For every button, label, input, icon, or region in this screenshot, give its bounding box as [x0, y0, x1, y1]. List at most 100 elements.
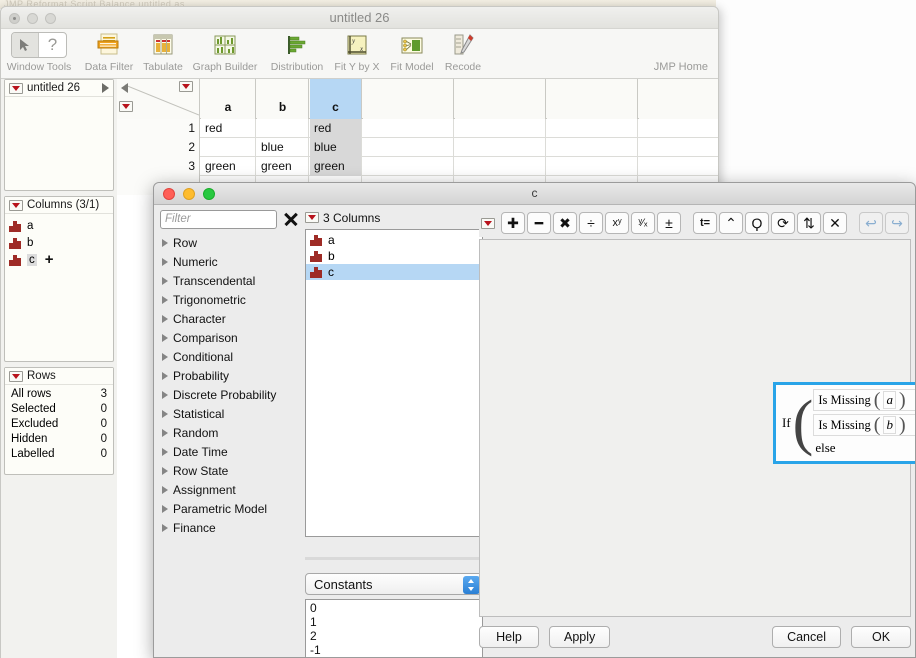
- condition-expression[interactable]: Is Missing ( b ): [813, 414, 916, 436]
- cell-empty[interactable]: [547, 119, 638, 138]
- cell-b[interactable]: green: [257, 157, 309, 176]
- function-group-comparison[interactable]: Comparison: [160, 328, 300, 347]
- divide-icon[interactable]: ÷: [579, 212, 603, 234]
- dialog-column-item-b[interactable]: b: [306, 248, 482, 264]
- table-row[interactable]: 1 red red: [117, 119, 718, 138]
- unary-icon[interactable]: ⇅: [797, 212, 821, 234]
- row-number[interactable]: 3: [117, 157, 200, 176]
- grid-column-header-empty[interactable]: [455, 79, 546, 119]
- cell-a[interactable]: red: [201, 119, 256, 138]
- dialog-column-item-a[interactable]: a: [306, 232, 482, 248]
- formula-plus-icon[interactable]: +: [45, 252, 54, 267]
- constant-item[interactable]: -1: [310, 643, 482, 657]
- cancel-button[interactable]: Cancel: [772, 626, 841, 648]
- dialog-columns-listbox[interactable]: a b c: [305, 229, 483, 537]
- help-button[interactable]: Help: [479, 626, 539, 648]
- column-list-item[interactable]: b: [9, 234, 109, 251]
- function-group-conditional[interactable]: Conditional: [160, 347, 300, 366]
- red-triangle-menu-icon[interactable]: [305, 212, 319, 223]
- cell-empty[interactable]: [547, 157, 638, 176]
- dialog-columns-header[interactable]: 3 Columns: [305, 209, 483, 226]
- cell-empty[interactable]: [455, 157, 546, 176]
- cell-empty[interactable]: [363, 157, 454, 176]
- cell-b[interactable]: [257, 119, 309, 138]
- plus-icon[interactable]: ✚: [501, 212, 525, 234]
- red-triangle-menu-icon[interactable]: [119, 101, 133, 112]
- redo-icon[interactable]: ↪: [885, 212, 909, 234]
- grid-column-header-empty[interactable]: [547, 79, 638, 119]
- function-group-discrete-probability[interactable]: Discrete Probability: [160, 385, 300, 404]
- grid-column-header-a[interactable]: a: [201, 79, 256, 119]
- filter-input[interactable]: Filter: [160, 210, 277, 229]
- peel-icon[interactable]: Ϙ: [745, 212, 769, 234]
- swap-icon[interactable]: ⟳: [771, 212, 795, 234]
- cell-empty[interactable]: [455, 138, 546, 157]
- grid-column-header-c[interactable]: c: [310, 79, 362, 119]
- sign-toggle-icon[interactable]: ±: [657, 212, 681, 234]
- grid-column-header-empty[interactable]: [363, 79, 454, 119]
- function-group-random[interactable]: Random: [160, 423, 300, 442]
- function-group-numeric[interactable]: Numeric: [160, 252, 300, 271]
- red-triangle-menu-icon[interactable]: [9, 200, 23, 211]
- formula-expression[interactable]: If ( Is Missing ( a ): [773, 382, 916, 464]
- cell-a[interactable]: [201, 138, 256, 157]
- if-clause[interactable]: Is Missing ( b ) ⇒ a: [813, 414, 916, 436]
- function-group-parametric-model[interactable]: Parametric Model: [160, 499, 300, 518]
- cell-a[interactable]: green: [201, 157, 256, 176]
- else-clause[interactable]: else ⇒ a: [813, 439, 916, 457]
- function-group-date-time[interactable]: Date Time: [160, 442, 300, 461]
- cell-empty[interactable]: [363, 119, 454, 138]
- red-triangle-menu-icon[interactable]: [9, 371, 23, 382]
- cell-c[interactable]: green: [310, 157, 362, 176]
- function-group-trigonometric[interactable]: Trigonometric: [160, 290, 300, 309]
- cell-c[interactable]: red: [310, 119, 362, 138]
- function-group-row[interactable]: Row: [160, 233, 300, 252]
- table-row[interactable]: 3 green green green: [117, 157, 718, 176]
- constant-item[interactable]: 2: [310, 629, 482, 643]
- column-list-item[interactable]: c +: [9, 251, 109, 268]
- cell-empty[interactable]: [363, 138, 454, 157]
- table-panel-header[interactable]: untitled 26: [5, 80, 113, 97]
- argument-slot[interactable]: b: [883, 416, 896, 434]
- cell-empty[interactable]: [639, 138, 718, 157]
- ok-button[interactable]: OK: [851, 626, 911, 648]
- undo-icon[interactable]: ↩: [859, 212, 883, 234]
- multiply-icon[interactable]: ✖: [553, 212, 577, 234]
- argument-slot[interactable]: a: [883, 391, 896, 409]
- toolbar-window-tools[interactable]: ? Window Tools: [5, 31, 73, 73]
- chevron-right-icon[interactable]: [102, 83, 109, 93]
- function-group-statistical[interactable]: Statistical: [160, 404, 300, 423]
- condition-expression[interactable]: Is Missing ( a ): [813, 389, 916, 411]
- if-clause[interactable]: Is Missing ( a ) ⇒ b: [813, 389, 916, 411]
- function-group-assignment[interactable]: Assignment: [160, 480, 300, 499]
- exponent-icon[interactable]: xʸ: [605, 212, 629, 234]
- cell-empty[interactable]: [455, 119, 546, 138]
- constant-item[interactable]: 0: [310, 601, 482, 615]
- toolbar-tabulate[interactable]: Tabulate: [129, 31, 197, 73]
- apply-button[interactable]: Apply: [549, 626, 610, 648]
- minus-icon[interactable]: ━: [527, 212, 551, 234]
- formula-canvas[interactable]: If ( Is Missing ( a ): [479, 239, 911, 617]
- grid-corner-cell[interactable]: [117, 79, 200, 119]
- clear-filter-icon[interactable]: [282, 210, 300, 228]
- function-group-probability[interactable]: Probability: [160, 366, 300, 385]
- insert-above-icon[interactable]: ⌃: [719, 212, 743, 234]
- collapse-left-icon[interactable]: [121, 83, 128, 93]
- row-number[interactable]: 2: [117, 138, 200, 157]
- table-row[interactable]: 2 blue blue: [117, 138, 718, 157]
- cell-b[interactable]: blue: [257, 138, 309, 157]
- constant-item[interactable]: 1: [310, 615, 482, 629]
- grid-column-header-empty[interactable]: [639, 79, 718, 119]
- red-triangle-menu-icon[interactable]: [179, 81, 193, 92]
- red-triangle-menu-icon[interactable]: [481, 218, 495, 229]
- jmp-home-label[interactable]: JMP Home: [654, 61, 708, 73]
- function-group-finance[interactable]: Finance: [160, 518, 300, 537]
- column-list-item[interactable]: a: [9, 217, 109, 234]
- function-group-transcendental[interactable]: Transcendental: [160, 271, 300, 290]
- cell-empty[interactable]: [547, 138, 638, 157]
- cell-empty[interactable]: [639, 157, 718, 176]
- constants-listbox[interactable]: 0 1 2 -1 pi: [305, 599, 483, 658]
- toolbar-distribution[interactable]: Distribution: [263, 31, 331, 73]
- cell-empty[interactable]: [639, 119, 718, 138]
- row-number[interactable]: 1: [117, 119, 200, 138]
